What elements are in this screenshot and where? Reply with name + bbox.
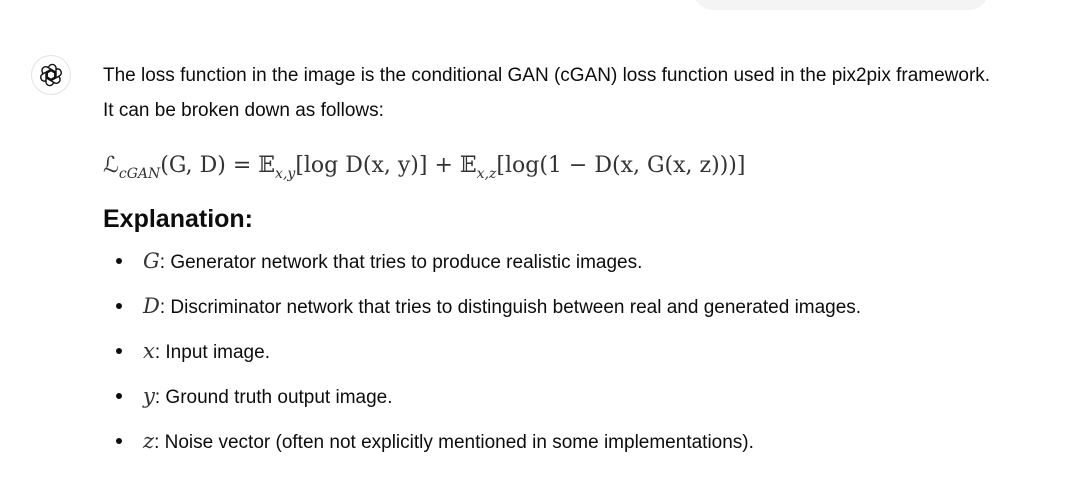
bullet-symbol: G bbox=[143, 249, 160, 273]
loss-formula: ℒcGAN(G, D) = 𝔼x,y[log D(x, y)] + 𝔼x,z[l… bbox=[103, 146, 1003, 186]
list-item: y: Ground truth output image. bbox=[103, 378, 1003, 423]
previous-user-message-bubble bbox=[693, 0, 989, 10]
bullet-text: : Discriminator network that tries to di… bbox=[159, 297, 862, 318]
bullet-dot bbox=[116, 438, 122, 444]
bullet-dot bbox=[116, 303, 122, 309]
list-item: x: Input image. bbox=[103, 333, 1003, 378]
formula-expectation-1: 𝔼 bbox=[258, 153, 276, 178]
bullet-symbol: D bbox=[143, 294, 160, 318]
list-item: D: Discriminator network that tries to d… bbox=[103, 288, 1003, 333]
list-item: G: Generator network that tries to produ… bbox=[103, 243, 1003, 288]
formula-expectation-1-subscript: x,y bbox=[275, 166, 296, 182]
formula-loss-subscript: cGAN bbox=[118, 166, 161, 182]
intro-paragraph: The loss function in the image is the co… bbox=[103, 65, 991, 121]
formula-args: (G, D) = bbox=[160, 153, 259, 178]
formula-loss-symbol: ℒ bbox=[103, 153, 119, 178]
openai-logo-icon bbox=[40, 63, 62, 87]
formula-expectation-2: 𝔼 bbox=[459, 153, 477, 178]
assistant-message: The loss function in the image is the co… bbox=[103, 58, 1003, 468]
bullet-text: : Input image. bbox=[154, 342, 270, 363]
bullet-dot bbox=[116, 348, 122, 354]
bullet-symbol: x bbox=[143, 339, 155, 363]
list-item: z: Noise vector (often not explicitly me… bbox=[103, 423, 1003, 468]
bullet-text: : Ground truth output image. bbox=[154, 387, 393, 408]
bullet-dot bbox=[116, 393, 122, 399]
explanation-list: G: Generator network that tries to produ… bbox=[103, 243, 1003, 468]
bullet-symbol: y bbox=[143, 384, 155, 408]
bullet-dot bbox=[116, 258, 122, 264]
formula-expectation-2-subscript: x,z bbox=[476, 166, 497, 182]
bullet-symbol: z bbox=[143, 429, 155, 453]
formula-term-2: [log(1 − D(x, G(x, z)))] bbox=[496, 153, 746, 178]
explanation-heading: Explanation: bbox=[103, 205, 254, 233]
bullet-text: : Generator network that tries to produc… bbox=[159, 252, 643, 273]
bullet-text: : Noise vector (often not explicitly men… bbox=[154, 432, 754, 453]
assistant-avatar bbox=[31, 55, 71, 95]
formula-term-1: [log D(x, y)] + bbox=[295, 153, 460, 178]
